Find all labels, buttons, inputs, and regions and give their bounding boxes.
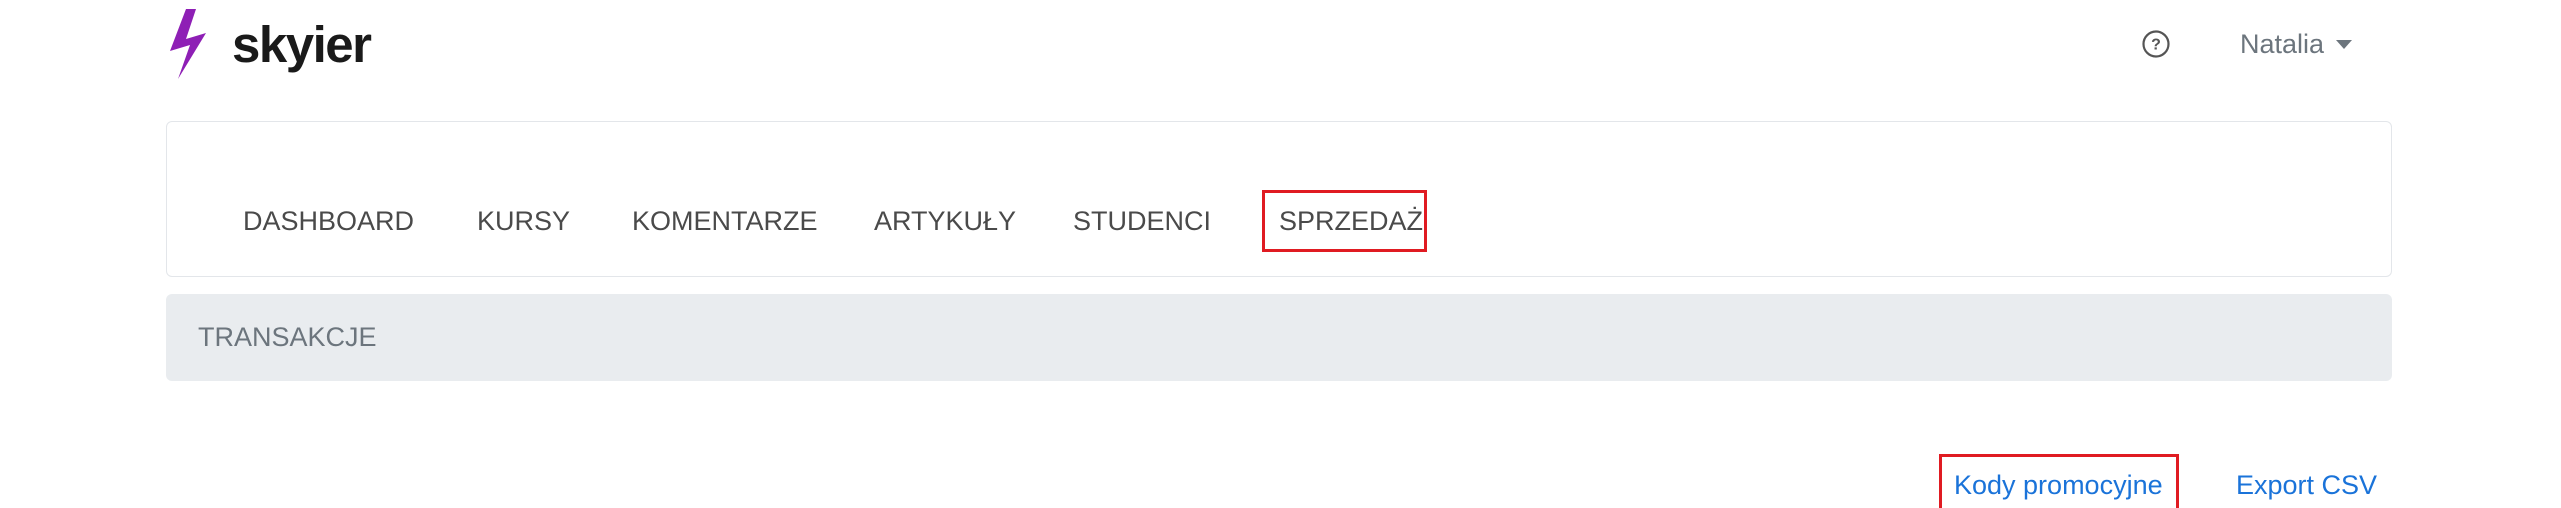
promo-codes-link[interactable]: Kody promocyjne — [1939, 454, 2179, 508]
nav-item-komentarze[interactable]: KOMENTARZE — [632, 190, 818, 252]
main-nav: DASHBOARD KURSY KOMENTARZE ARTYKUŁY STUD… — [166, 121, 2392, 277]
brand-logo[interactable]: skyier — [166, 8, 372, 80]
app-root: skyier ? Natalia DASHBOARD KURSY KOMENTA… — [0, 0, 2561, 508]
lightning-bolt-icon — [170, 9, 206, 79]
nav-item-kursy[interactable]: KURSY — [477, 190, 570, 252]
nav-item-artykuly[interactable]: ARTYKUŁY — [874, 190, 1016, 252]
caret-down-icon — [2336, 39, 2353, 49]
section-header: TRANSAKCJE — [166, 294, 2392, 381]
nav-item-dashboard[interactable]: DASHBOARD — [243, 190, 414, 252]
nav-item-sprzedaz[interactable]: SPRZEDAŻ — [1262, 190, 1427, 252]
user-menu-dropdown[interactable]: Natalia — [2240, 26, 2353, 62]
svg-text:?: ? — [2151, 37, 2161, 54]
question-circle-icon[interactable]: ? — [2141, 29, 2171, 59]
nav-item-studenci[interactable]: STUDENCI — [1073, 190, 1211, 252]
user-name: Natalia — [2240, 28, 2325, 59]
brand-name: skyier — [232, 15, 372, 73]
export-csv-link[interactable]: Export CSV — [2236, 457, 2377, 508]
section-title: TRANSAKCJE — [198, 322, 377, 352]
